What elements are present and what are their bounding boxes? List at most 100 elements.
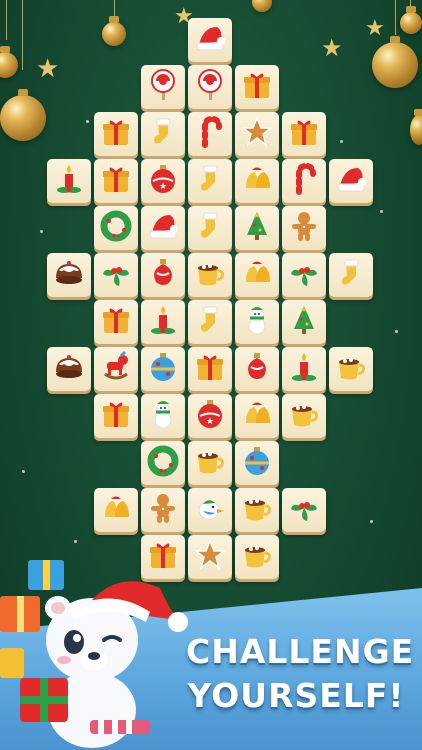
tile-lollipop[interactable] — [187, 65, 232, 109]
tile-candle[interactable] — [140, 300, 185, 344]
christmas-tree-icon: ★ — [287, 303, 321, 342]
stocking-icon — [193, 209, 227, 248]
tile-gift-box[interactable] — [234, 65, 279, 109]
pudding-icon — [52, 256, 86, 295]
gift-box-icon — [99, 303, 133, 342]
tile-hot-cocoa[interactable] — [234, 535, 279, 579]
candy-cane-icon — [193, 115, 227, 154]
tile-gingerbread-star[interactable] — [187, 535, 232, 579]
svg-text:★: ★ — [158, 182, 166, 192]
tile-pudding[interactable] — [46, 347, 91, 391]
tile-christmas-tree[interactable]: ★ — [281, 300, 326, 344]
polar-bear-mascot-icon — [0, 560, 188, 748]
tile-gingerbread-star[interactable] — [234, 112, 279, 156]
gold-ornament-icon — [372, 42, 418, 88]
lollipop-icon — [193, 68, 227, 107]
tile-candle[interactable] — [46, 159, 91, 203]
bauble-ornament-icon — [146, 256, 180, 295]
tile-hot-cocoa[interactable] — [281, 394, 326, 438]
tile-bells[interactable] — [234, 394, 279, 438]
candy-cane-icon — [287, 162, 321, 201]
gingerbread-man-icon — [146, 491, 180, 530]
wreath-icon — [99, 209, 133, 248]
tile-bauble-red[interactable]: ★ — [140, 159, 185, 203]
tile-gift-box[interactable] — [93, 394, 138, 438]
bauble-blue-icon — [240, 444, 274, 483]
hot-cocoa-icon — [193, 444, 227, 483]
tile-pudding[interactable] — [46, 253, 91, 297]
christmas-tree-icon: ★ — [240, 209, 274, 248]
stocking-icon — [193, 162, 227, 201]
slogan-line-2: YOURSELF! — [187, 676, 405, 715]
tile-hot-cocoa[interactable] — [328, 347, 373, 391]
tile-bells[interactable] — [93, 488, 138, 532]
gift-box-icon — [240, 68, 274, 107]
hot-cocoa-icon — [287, 397, 321, 436]
tile-wreath[interactable] — [93, 206, 138, 250]
tile-santa-hat[interactable] — [328, 159, 373, 203]
bells-icon — [240, 397, 274, 436]
bells-icon — [240, 162, 274, 201]
holly-icon — [287, 491, 321, 530]
tile-stocking[interactable] — [187, 300, 232, 344]
tile-hot-cocoa[interactable] — [187, 441, 232, 485]
tile-holly[interactable] — [281, 488, 326, 532]
tile-gift-box[interactable] — [187, 347, 232, 391]
tile-bauble-ornament[interactable] — [234, 347, 279, 391]
tile-hot-cocoa[interactable] — [187, 253, 232, 297]
lollipop-icon — [146, 68, 180, 107]
challenge-slogan: CHALLENGE YOURSELF! — [186, 630, 415, 718]
candle-icon — [52, 162, 86, 201]
gift-box-icon — [287, 115, 321, 154]
tile-gift-box[interactable] — [93, 159, 138, 203]
hot-cocoa-icon — [240, 538, 274, 577]
tile-stocking[interactable] — [328, 253, 373, 297]
tile-bells[interactable] — [234, 253, 279, 297]
tile-bird[interactable] — [187, 488, 232, 532]
gold-ornament-icon — [102, 22, 126, 46]
tile-santa-hat[interactable] — [140, 206, 185, 250]
bells-icon — [240, 256, 274, 295]
santa-hat-icon — [146, 209, 180, 248]
tile-candy-cane[interactable] — [281, 159, 326, 203]
bells-icon — [99, 491, 133, 530]
slogan-line-1: CHALLENGE — [186, 632, 415, 671]
candle-icon — [146, 303, 180, 342]
tile-stocking[interactable] — [187, 206, 232, 250]
tile-bauble-blue[interactable] — [140, 347, 185, 391]
tile-hot-cocoa[interactable] — [234, 488, 279, 532]
tile-snowman[interactable] — [140, 394, 185, 438]
tile-holly[interactable] — [93, 253, 138, 297]
tile-holly[interactable] — [281, 253, 326, 297]
tile-bauble-blue[interactable] — [234, 441, 279, 485]
tile-bauble-red[interactable]: ★ — [187, 394, 232, 438]
tile-rocking-horse[interactable] — [93, 347, 138, 391]
pudding-icon — [52, 350, 86, 389]
tile-candy-cane[interactable] — [187, 112, 232, 156]
tile-gift-box[interactable] — [281, 112, 326, 156]
bauble-red-icon: ★ — [146, 162, 180, 201]
stocking-icon — [146, 115, 180, 154]
gift-box-icon — [99, 397, 133, 436]
gold-ornament-icon — [252, 0, 272, 12]
tile-gift-box[interactable] — [93, 112, 138, 156]
tile-stocking[interactable] — [140, 112, 185, 156]
tile-stocking[interactable] — [187, 159, 232, 203]
tile-gingerbread-man[interactable] — [140, 488, 185, 532]
gingerbread-star-icon — [240, 115, 274, 154]
gold-ornament-icon — [400, 12, 422, 34]
tile-bells[interactable] — [234, 159, 279, 203]
tile-christmas-tree[interactable]: ★ — [234, 206, 279, 250]
tile-gift-box[interactable] — [93, 300, 138, 344]
gift-box-icon — [193, 350, 227, 389]
bauble-red-icon: ★ — [193, 397, 227, 436]
tile-santa-hat[interactable] — [187, 18, 232, 62]
star-ornament-icon: ★ — [321, 34, 343, 62]
tile-wreath[interactable] — [140, 441, 185, 485]
tile-gingerbread-man[interactable] — [281, 206, 326, 250]
tile-snowman[interactable] — [234, 300, 279, 344]
tile-bauble-ornament[interactable] — [140, 253, 185, 297]
tile-candle[interactable] — [281, 347, 326, 391]
tile-lollipop[interactable] — [140, 65, 185, 109]
bauble-blue-icon — [146, 350, 180, 389]
